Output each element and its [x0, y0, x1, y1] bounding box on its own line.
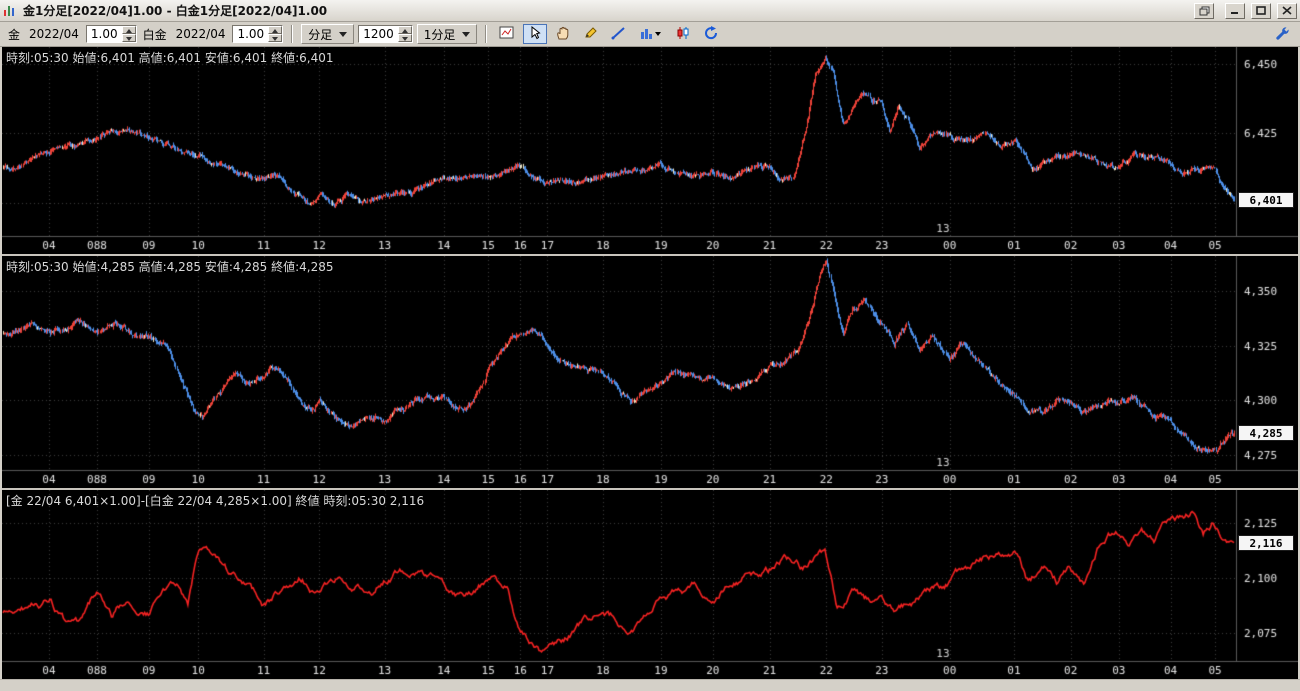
- title-bar[interactable]: 金1分足[2022/04]1.00 - 白金1分足[2022/04]1.00: [0, 0, 1300, 22]
- spin-up-icon[interactable]: [397, 26, 412, 34]
- bar-count-spinner: 1200: [358, 25, 413, 43]
- chart-area: 時刻:05:30 始値:6,401 高値:6,401 安値:6,401 終値:6…: [0, 47, 1300, 679]
- window-title: 金1分足[2022/04]1.00 - 白金1分足[2022/04]1.00: [23, 4, 328, 18]
- chart-type-button[interactable]: [671, 24, 696, 44]
- cursor-tool-button[interactable]: [523, 24, 548, 44]
- spin-down-icon[interactable]: [268, 34, 283, 42]
- spin-up-icon[interactable]: [268, 26, 283, 34]
- period-type-label: 分足: [308, 27, 333, 42]
- line-tool-icon: [611, 25, 627, 44]
- candle-type-icon: [675, 25, 691, 44]
- toolbar-separator: [291, 25, 294, 43]
- platinum-last-price-box: 4,285: [1238, 425, 1294, 441]
- gold-candlestick-chart[interactable]: [2, 47, 1298, 254]
- pencil-tool-button[interactable]: [579, 24, 604, 44]
- maximize-button[interactable]: [1251, 2, 1271, 19]
- gold-multiplier-value[interactable]: 1.00: [87, 26, 122, 42]
- platinum-candlestick-chart[interactable]: [2, 256, 1298, 488]
- chart-panel-gold: 時刻:05:30 始値:6,401 高値:6,401 安値:6,401 終値:6…: [2, 47, 1298, 254]
- layout-icon: [499, 25, 515, 44]
- hand-tool-button[interactable]: [551, 24, 576, 44]
- gold-ohlc-info: 時刻:05:30 始値:6,401 高値:6,401 安値:6,401 終値:6…: [6, 51, 334, 65]
- cursor-icon: [527, 25, 543, 44]
- status-strip: [0, 679, 1300, 691]
- settings-button[interactable]: [1270, 24, 1294, 44]
- gold-contract-field[interactable]: 2022/04: [26, 26, 82, 42]
- refresh-icon: [703, 25, 719, 44]
- spread-last-value-box: 2,116: [1238, 535, 1294, 551]
- platinum-multiplier-value[interactable]: 1.00: [233, 26, 268, 42]
- bar-count-value[interactable]: 1200: [359, 26, 398, 42]
- refresh-button[interactable]: [699, 24, 724, 44]
- gold-label: 金: [8, 27, 21, 42]
- settings-wrench-icon: [1274, 25, 1290, 44]
- gold-multiplier-spinner: 1.00: [85, 25, 137, 43]
- close-button[interactable]: [1277, 2, 1297, 19]
- minimize-button[interactable]: [1225, 2, 1245, 19]
- period-type-dropdown[interactable]: 分足: [301, 24, 355, 44]
- platinum-ohlc-info: 時刻:05:30 始値:4,285 高値:4,285 安値:4,285 終値:4…: [6, 260, 334, 274]
- spinner-arrows: [268, 26, 283, 42]
- chart-panel-platinum: 時刻:05:30 始値:4,285 高値:4,285 安値:4,285 終値:4…: [2, 254, 1298, 488]
- spinner-arrows: [397, 26, 412, 42]
- spin-up-icon[interactable]: [121, 26, 136, 34]
- indicator-chart-icon: [640, 25, 662, 44]
- chart-panel-spread: [金 22/04 6,401×1.00]-[白金 22/04 4,285×1.0…: [2, 488, 1298, 679]
- pin-window-button[interactable]: [1194, 2, 1214, 19]
- spinner-arrows: [121, 26, 136, 42]
- gold-last-price-box: 6,401: [1238, 192, 1294, 208]
- platinum-multiplier-spinner: 1.00: [232, 25, 284, 43]
- app-chart-icon: [3, 4, 19, 18]
- chevron-down-icon: [339, 31, 348, 37]
- app-window: 金1分足[2022/04]1.00 - 白金1分足[2022/04]1.00 金…: [0, 0, 1300, 691]
- platinum-label: 白金: [142, 27, 167, 42]
- indicator-dropdown-button[interactable]: [635, 24, 668, 44]
- chevron-down-icon: [462, 31, 471, 37]
- toolbar-separator: [485, 25, 488, 43]
- spread-info: [金 22/04 6,401×1.00]-[白金 22/04 4,285×1.0…: [6, 494, 425, 508]
- spread-line-chart[interactable]: [2, 490, 1298, 679]
- pencil-icon: [583, 25, 599, 44]
- spin-down-icon[interactable]: [121, 34, 136, 42]
- timeframe-dropdown[interactable]: 1分足: [416, 24, 478, 44]
- layout-tool-button[interactable]: [495, 24, 520, 44]
- timeframe-label: 1分足: [423, 27, 456, 42]
- toolbar: 金 2022/04 1.00 白金 2022/04 1.00 分足 1200 1…: [0, 22, 1300, 47]
- line-tool-button[interactable]: [607, 24, 632, 44]
- hand-icon: [555, 25, 571, 44]
- spin-down-icon[interactable]: [397, 34, 412, 42]
- platinum-contract-field[interactable]: 2022/04: [173, 26, 229, 42]
